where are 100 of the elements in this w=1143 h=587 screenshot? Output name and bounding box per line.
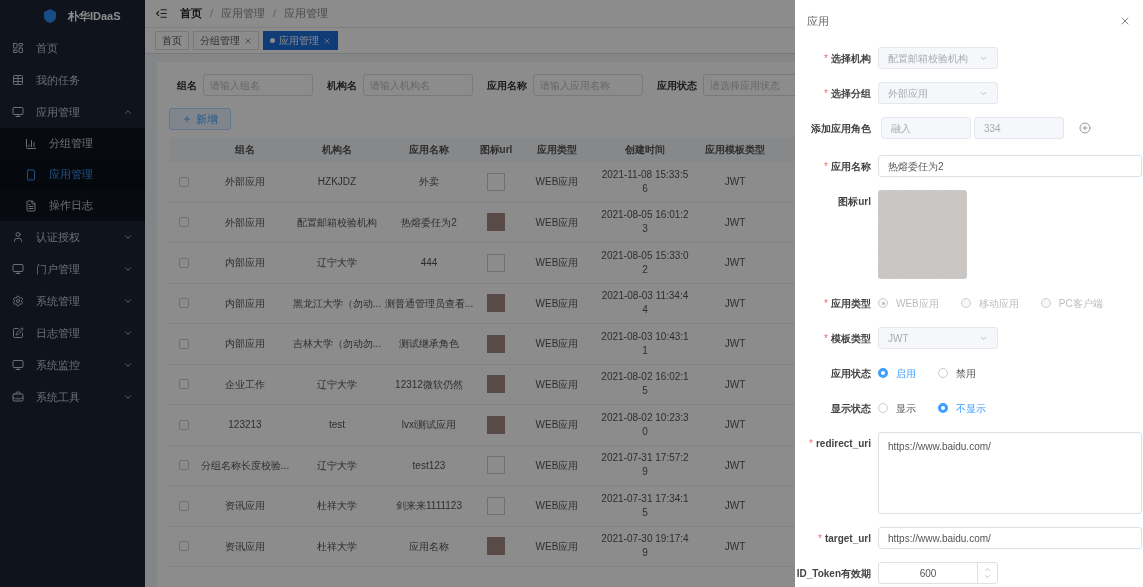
add-circle-icon[interactable] bbox=[1079, 122, 1091, 134]
close-icon[interactable] bbox=[244, 36, 252, 45]
form-label: 模板类型 bbox=[831, 331, 871, 346]
table-cell-text: 2021-08-02 16:02:15 bbox=[600, 370, 690, 399]
plus-icon bbox=[182, 114, 192, 124]
app-logo-text: 朴华IDaaS bbox=[68, 8, 121, 24]
table-cell-text: JWT bbox=[723, 215, 747, 230]
table-cell-text: 黑龙江大学（勿动... bbox=[291, 296, 383, 311]
radio-label: 启用 bbox=[896, 366, 916, 381]
number-input[interactable]: 600 bbox=[878, 562, 998, 584]
radio-button[interactable] bbox=[938, 368, 948, 378]
table-cell-text: JWT bbox=[723, 296, 747, 311]
radio-button[interactable] bbox=[878, 368, 888, 378]
monitor-icon bbox=[12, 359, 24, 371]
table-cell-text: 杜祥大学 bbox=[316, 499, 358, 514]
close-icon[interactable] bbox=[323, 36, 331, 45]
filter-label: 机构名 bbox=[327, 78, 357, 93]
increment-icon[interactable] bbox=[984, 566, 991, 573]
form-label: ID_Token有效期 bbox=[796, 566, 871, 581]
sidebar-item[interactable]: 应用管理 bbox=[0, 96, 145, 128]
table-cell-text: 123213 bbox=[227, 418, 263, 433]
sidebar-item[interactable]: 认证授权 bbox=[0, 221, 145, 253]
column-header: 应用模板类型 bbox=[704, 143, 766, 157]
table-cell-text: 测试继承角色 bbox=[398, 337, 460, 352]
settings-icon bbox=[12, 295, 24, 307]
breadcrumb-item[interactable]: 首页 bbox=[180, 5, 202, 22]
radio-label: 禁用 bbox=[956, 366, 976, 381]
sidebar-item[interactable]: 门户管理 bbox=[0, 253, 145, 285]
row-checkbox[interactable] bbox=[179, 541, 189, 552]
table-cell-text: 外部应用 bbox=[224, 215, 266, 230]
sidebar-subitem[interactable]: 分组管理 bbox=[0, 128, 145, 159]
table-cell-text: WEB应用 bbox=[534, 418, 580, 433]
table-cell-text: HZKJDZ bbox=[316, 175, 358, 190]
radio-label: 不显示 bbox=[956, 401, 986, 416]
close-icon[interactable] bbox=[1119, 15, 1131, 27]
bar-chart-icon bbox=[25, 137, 37, 150]
table-cell-text: 2021-08-05 16:01:23 bbox=[600, 208, 690, 237]
radio-label: 显示 bbox=[896, 401, 916, 416]
table-icon bbox=[12, 74, 24, 86]
column-header: 创建时间 bbox=[624, 143, 666, 157]
row-checkbox[interactable] bbox=[179, 419, 189, 430]
table-cell-text: 热熔委任为2 bbox=[400, 215, 458, 230]
form-label: 添加应用角色 bbox=[811, 121, 871, 136]
sidebar-item[interactable]: 我的任务 bbox=[0, 64, 145, 96]
row-checkbox[interactable] bbox=[179, 176, 189, 187]
required-mark: * bbox=[824, 296, 828, 311]
page-tab[interactable]: 首页 bbox=[155, 31, 189, 50]
column-header: 应用名称 bbox=[408, 143, 450, 157]
table-cell-text: 外卖 bbox=[418, 175, 440, 190]
table-cell-text: 2021-08-03 11:34:44 bbox=[600, 289, 690, 318]
form-label: 选择机构 bbox=[831, 51, 871, 66]
radio-button[interactable] bbox=[878, 403, 888, 413]
sidebar-item[interactable]: 系统工具 bbox=[0, 381, 145, 413]
decrement-icon[interactable] bbox=[984, 573, 991, 580]
page-tab[interactable]: 应用管理 bbox=[263, 31, 338, 50]
breadcrumb-separator: / bbox=[273, 6, 277, 22]
table-cell-text: 分组名称长度校验... bbox=[199, 458, 291, 473]
table-cell-text: test bbox=[327, 418, 347, 433]
table-cell-text: 吉林大学（勿动勿... bbox=[291, 337, 383, 352]
monitor-icon bbox=[12, 106, 24, 118]
sidebar-item[interactable]: 日志管理 bbox=[0, 317, 145, 349]
drawer-title: 应用 bbox=[807, 13, 829, 29]
table-cell-text: JWT bbox=[723, 337, 747, 352]
table-cell-text: 外部应用 bbox=[224, 175, 266, 190]
table-cell-text: 配置邮箱校验机构 bbox=[296, 215, 378, 230]
dashboard-icon bbox=[12, 42, 24, 54]
monitor-icon bbox=[12, 263, 24, 275]
row-checkbox[interactable] bbox=[179, 298, 189, 309]
table-cell-text: lvxi测试应用 bbox=[400, 418, 458, 433]
row-checkbox[interactable] bbox=[179, 460, 189, 471]
table-cell-text: WEB应用 bbox=[534, 296, 580, 311]
add-button[interactable]: 新增 bbox=[169, 108, 231, 130]
table-cell-text: JWT bbox=[723, 458, 747, 473]
sidebar-subitem[interactable]: 应用管理 bbox=[0, 159, 145, 190]
table-cell-text: WEB应用 bbox=[534, 458, 580, 473]
row-checkbox[interactable] bbox=[179, 257, 189, 268]
breadcrumb-separator: / bbox=[210, 6, 214, 22]
menu-icon[interactable] bbox=[155, 7, 168, 20]
row-checkbox[interactable] bbox=[179, 500, 189, 511]
sidebar-item[interactable]: 系统监控 bbox=[0, 349, 145, 381]
page-tab[interactable]: 分组管理 bbox=[193, 31, 259, 50]
radio-button[interactable] bbox=[938, 403, 948, 413]
sidebar-item[interactable]: 首页 bbox=[0, 32, 145, 64]
table-cell-text: JWT bbox=[723, 175, 747, 190]
table-cell-text: WEB应用 bbox=[534, 377, 580, 392]
table-cell-text: 杜祥大学 bbox=[316, 539, 358, 554]
table-cell-text: 2021-08-02 10:23:30 bbox=[600, 410, 690, 439]
row-checkbox[interactable] bbox=[179, 379, 189, 390]
table-cell-text: 444 bbox=[419, 256, 439, 271]
table-cell-text: WEB应用 bbox=[534, 499, 580, 514]
text-input[interactable]: https://www.baidu.com/ bbox=[878, 527, 1142, 549]
table-cell-text: JWT bbox=[723, 377, 747, 392]
text-input[interactable]: 热熔委任为2 bbox=[878, 155, 1142, 177]
column-header: 图标url bbox=[478, 143, 514, 157]
row-checkbox[interactable] bbox=[179, 217, 189, 228]
textarea-field[interactable]: https://www.baidu.com/ bbox=[878, 432, 1142, 514]
sidebar-subitem[interactable]: 操作日志 bbox=[0, 190, 145, 221]
row-checkbox[interactable] bbox=[179, 338, 189, 349]
required-mark: * bbox=[824, 159, 828, 174]
sidebar-item[interactable]: 系统管理 bbox=[0, 285, 145, 317]
